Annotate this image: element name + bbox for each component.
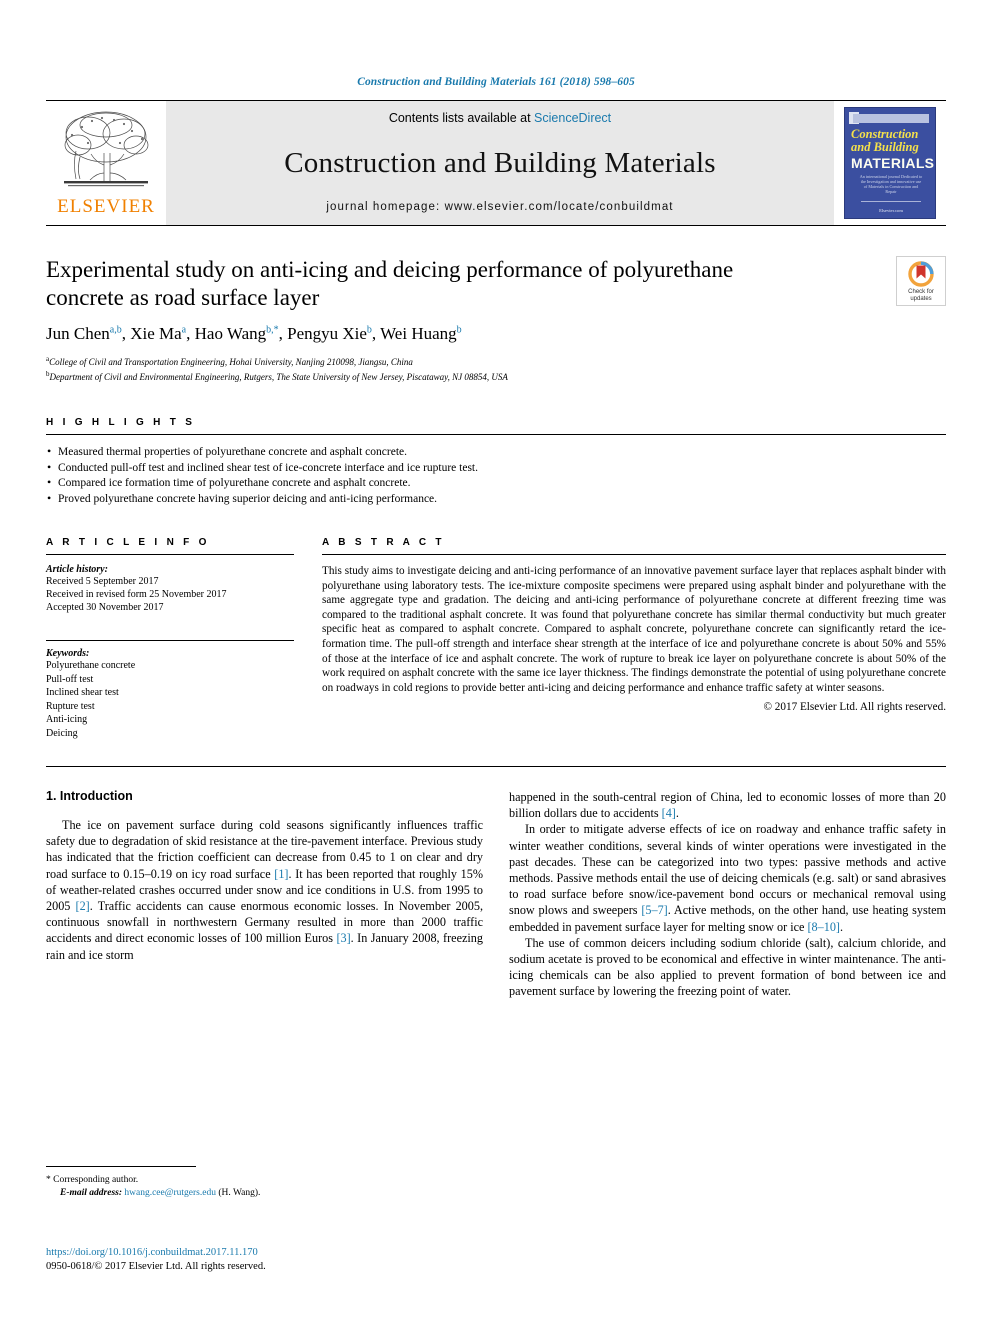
article-info-column: A R T I C L E I N F O Article history: R… [46, 537, 294, 740]
abstract-heading: A B S T R A C T [322, 537, 445, 548]
affiliation-b: bDepartment of Civil and Environmental E… [46, 370, 508, 382]
footer-region: https://doi.org/10.1016/j.conbuildmat.20… [46, 1246, 496, 1274]
cover-blurb: An international journal Dedicated to th… [859, 174, 923, 194]
keyword-item: Deicing [46, 727, 78, 739]
body-columns: 1. Introduction The ice on pavement surf… [46, 789, 946, 1000]
masthead-center: Contents lists available at ScienceDirec… [166, 101, 834, 225]
body-column-right: happened in the south-central region of … [509, 789, 946, 1000]
elsevier-logo: ELSEVIER [46, 101, 166, 225]
citation-link[interactable]: [2] [76, 899, 90, 913]
text-run: happened in the south-central region of … [509, 790, 946, 821]
abstract-text: This study aims to investigate deicing a… [322, 565, 946, 694]
copyright-line: © 2017 Elsevier Ltd. All rights reserved… [763, 701, 947, 714]
affiliation-a: aCollege of Civil and Transportation Eng… [46, 355, 413, 367]
article-history-item: Accepted 30 November 2017 [46, 602, 164, 613]
keyword-item: Pull-off test [46, 673, 94, 685]
running-head: Construction and Building Materials 161 … [357, 76, 635, 88]
paragraph: The ice on pavement surface during cold … [46, 817, 483, 963]
keyword-item: Rupture test [46, 700, 95, 712]
list-item: Conducted pull-off test and inclined she… [46, 460, 946, 477]
crossmark-label: Check for updates [908, 289, 934, 302]
abstract-rule [322, 554, 946, 555]
paragraph: happened in the south-central region of … [509, 789, 946, 821]
journal-title: Construction and Building Materials [284, 146, 716, 179]
citation-link[interactable]: [3] [336, 931, 350, 945]
highlights-heading: H I G H L I G H T S [46, 417, 196, 428]
affiliations: aCollege of Civil and Transportation Eng… [46, 353, 946, 383]
cover-foot: Elsevier.com [879, 208, 903, 213]
highlights-section: H I G H L I G H T S Measured thermal pro… [46, 417, 946, 507]
email-suffix: (H. Wang). [215, 1187, 261, 1198]
paragraph: The use of common deicers including sodi… [509, 935, 946, 1000]
article-history-label: Article history: [46, 564, 108, 575]
affiliation-a-text: College of Civil and Transportation Engi… [49, 357, 413, 367]
list-item: Compared ice formation time of polyureth… [46, 475, 946, 492]
email-link[interactable]: hwang.cee@rutgers.edu [124, 1188, 216, 1198]
keyword-item: Inclined shear test [46, 687, 119, 698]
paper-page: Construction and Building Materials 161 … [0, 0, 992, 1323]
body-column-left: 1. Introduction The ice on pavement surf… [46, 789, 483, 1000]
body-separator-rule [46, 766, 946, 767]
article-history-item: Received 5 September 2017 [46, 576, 159, 587]
email-label: E-mail address: [60, 1187, 123, 1198]
crossmark-badge[interactable]: Check for updates [896, 256, 946, 306]
elsevier-wordmark: ELSEVIER [57, 196, 155, 217]
article-history-item: Received in revised form 25 November 201… [46, 589, 227, 600]
article-info-heading: A R T I C L E I N F O [46, 537, 210, 548]
text-run: . [675, 806, 679, 821]
footnote-region: * Corresponding author. E-mail address: … [46, 1166, 483, 1199]
crossmark-icon [908, 261, 934, 287]
affiliation-b-text: Department of Civil and Environmental En… [49, 372, 508, 382]
cover-line-3: MATERIALS [851, 155, 935, 171]
keyword-item: Anti-icing [46, 714, 88, 725]
abstract-column: A B S T R A C T This study aims to inves… [322, 537, 946, 740]
cover-image: Construction and Building MATERIALS An i… [844, 107, 936, 219]
citation-link[interactable]: [8–10] [807, 920, 840, 934]
doi-link[interactable]: https://doi.org/10.1016/j.conbuildmat.20… [46, 1246, 496, 1260]
journal-masthead: ELSEVIER Contents lists available at Sci… [46, 100, 946, 226]
title-block: Experimental study on anti-icing and dei… [46, 256, 946, 383]
highlights-rule [46, 434, 946, 435]
journal-cover-thumbnail: Construction and Building MATERIALS An i… [834, 101, 946, 225]
list-item: Proved polyurethane concrete having supe… [46, 491, 946, 508]
page-title: Experimental study on anti-icing and dei… [46, 257, 734, 310]
cover-footrule [861, 201, 921, 202]
text-run: . [839, 919, 844, 934]
issn-copyright: 0950-0618/© 2017 Elsevier Ltd. All right… [46, 1261, 266, 1272]
sciencedirect-link[interactable]: ScienceDirect [534, 111, 611, 125]
cover-topbar [853, 114, 929, 123]
list-item: Measured thermal properties of polyureth… [46, 444, 946, 461]
journal-homepage[interactable]: journal homepage: www.elsevier.com/locat… [326, 201, 673, 213]
citation-link[interactable]: [4] [662, 806, 676, 820]
text-run: The use of common deicers including sodi… [509, 935, 946, 999]
keywords-rule [46, 640, 294, 641]
contents-prefix: Contents lists available at [388, 111, 535, 125]
citation-link[interactable]: [1] [274, 867, 288, 881]
elsevier-tree-icon [64, 111, 149, 187]
footnote-rule [46, 1166, 196, 1167]
cover-line-2: and Building [851, 140, 919, 154]
info-abstract-region: A R T I C L E I N F O Article history: R… [46, 537, 946, 740]
highlights-list: Measured thermal properties of polyureth… [46, 444, 946, 508]
keyword-item: Polyurethane concrete [46, 660, 136, 671]
keywords-label: Keywords: [46, 648, 90, 659]
citation-link[interactable]: [5–7] [641, 903, 667, 917]
email-note: E-mail address: hwang.cee@rutgers.edu (H… [46, 1187, 483, 1200]
paragraph: In order to mitigate adverse effects of … [509, 821, 946, 934]
author-list: Jun Chena,b, Xie Maa, Hao Wangb,*, Pengy… [46, 324, 462, 343]
section-heading-introduction: 1. Introduction [46, 789, 133, 803]
contents-available-line: Contents lists available at ScienceDirec… [389, 111, 611, 125]
article-info-rule [46, 554, 294, 555]
corresponding-author-note: * Corresponding author. [46, 1175, 139, 1185]
